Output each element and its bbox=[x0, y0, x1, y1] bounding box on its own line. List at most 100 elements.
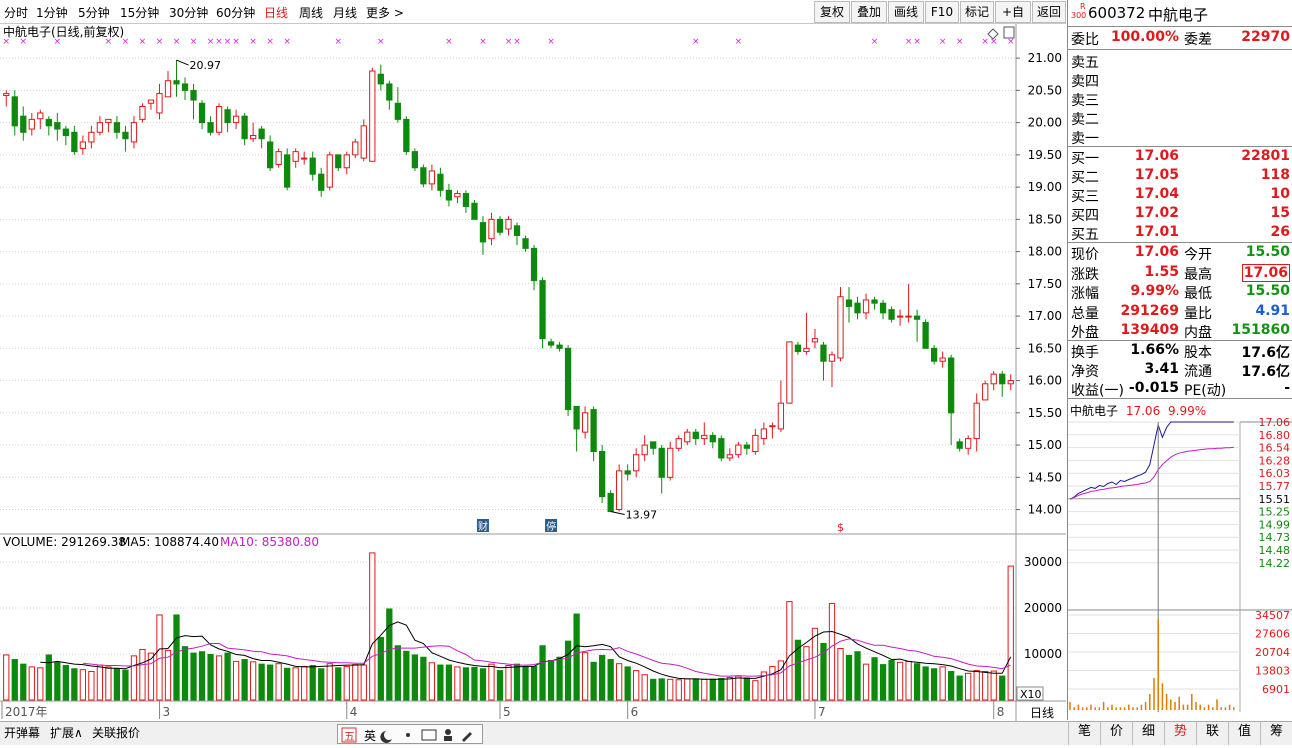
period-intraday[interactable]: 分时 bbox=[4, 4, 28, 21]
period-monthly[interactable]: 月线 bbox=[333, 4, 357, 21]
period-5min[interactable]: 5分钟 bbox=[78, 4, 110, 21]
signal-mark: × bbox=[224, 37, 232, 47]
period-30min[interactable]: 30分钟 bbox=[169, 4, 208, 21]
intraday-mini-chart[interactable]: 17.0616.8016.5416.2816.0315.7715.5115.25… bbox=[1068, 400, 1292, 720]
volume-bar bbox=[454, 666, 461, 701]
related-quotes-button[interactable]: 关联报价 bbox=[92, 724, 140, 741]
ime-toolbar[interactable]: 五 英 bbox=[337, 724, 483, 744]
volume-bar bbox=[122, 669, 129, 701]
draw-line-button[interactable]: 画线 bbox=[888, 1, 924, 23]
expand-button[interactable]: 扩展∧ bbox=[50, 724, 83, 741]
overlay-button[interactable]: 叠加 bbox=[851, 1, 887, 23]
candle-body bbox=[556, 344, 563, 349]
right-tab[interactable]: 值 bbox=[1228, 721, 1260, 745]
volume-bar bbox=[1007, 565, 1014, 701]
bid-row[interactable]: 买五 17.01 26 bbox=[1068, 224, 1292, 243]
volume-bar bbox=[369, 552, 376, 701]
price-tick-label: 19.50 bbox=[1028, 148, 1062, 162]
bid-volume: 15 bbox=[1270, 205, 1290, 221]
candle-body bbox=[837, 296, 844, 359]
candle-body bbox=[913, 315, 921, 320]
volume-bar bbox=[735, 675, 742, 701]
period-weekly[interactable]: 周线 bbox=[299, 4, 323, 21]
volume-bar bbox=[956, 675, 963, 701]
candle-body bbox=[249, 135, 257, 140]
candle-body bbox=[326, 154, 333, 188]
user-icon bbox=[445, 729, 451, 735]
candle-body bbox=[581, 412, 589, 433]
candle-body bbox=[190, 89, 197, 101]
volume-bar bbox=[275, 663, 282, 701]
period-1min[interactable]: 1分钟 bbox=[36, 4, 68, 21]
ask-label: 卖一 bbox=[1071, 131, 1099, 147]
add-watchlist-button[interactable]: +自选 bbox=[995, 1, 1031, 39]
back-button[interactable]: 返回 bbox=[1032, 1, 1066, 23]
fundamental-key: 股本 bbox=[1184, 345, 1212, 361]
volume-bar bbox=[488, 663, 495, 701]
right-tab[interactable]: 筹 bbox=[1260, 721, 1292, 745]
fundamental-value: 17.6亿 bbox=[1241, 345, 1290, 361]
right-tab[interactable]: 价 bbox=[1100, 721, 1132, 745]
ma5-label: MA5: 108874.40 bbox=[120, 535, 219, 549]
fundamental-key: 收益(一) bbox=[1071, 383, 1124, 399]
volume-bar bbox=[496, 670, 504, 701]
signal-mark: × bbox=[479, 37, 487, 47]
period-more[interactable]: 更多 > bbox=[366, 4, 404, 21]
moon-icon bbox=[380, 731, 392, 743]
adjust-button[interactable]: 复权 bbox=[814, 1, 850, 23]
signal-mark: × bbox=[990, 37, 998, 47]
mark-button[interactable]: 标记 bbox=[960, 1, 994, 23]
signal-mark: × bbox=[513, 37, 521, 47]
kline-chart[interactable]: 中航电子(日线,前复权) 21.0020.5020.0019.5019.0018… bbox=[0, 24, 1066, 721]
signal-mark: × bbox=[871, 37, 879, 47]
candle-body bbox=[692, 431, 699, 440]
price-tick-label: 16.50 bbox=[1028, 341, 1062, 355]
date-label: 8 bbox=[997, 705, 1005, 719]
volume-bar bbox=[386, 608, 393, 701]
danmu-button[interactable]: 开弹幕 bbox=[4, 724, 40, 741]
period-15min[interactable]: 15分钟 bbox=[120, 4, 159, 21]
volume-bar bbox=[113, 668, 121, 701]
bid-price: 17.05 bbox=[1134, 167, 1179, 183]
candle-body bbox=[454, 193, 461, 198]
candle-body bbox=[352, 141, 359, 156]
candle-body bbox=[905, 315, 912, 318]
volume-bar bbox=[871, 657, 878, 701]
candle-body bbox=[624, 470, 631, 475]
volume-bar bbox=[939, 666, 946, 701]
right-tab[interactable]: 联 bbox=[1196, 721, 1228, 745]
f10-button[interactable]: F10 bbox=[925, 1, 959, 23]
mini-price-tick: 16.54 bbox=[1259, 442, 1291, 455]
quote-key: 最低 bbox=[1184, 286, 1212, 302]
candle-body bbox=[650, 441, 657, 449]
fundamental-value: 17.6亿 bbox=[1241, 364, 1290, 380]
quote-row: 总量 291269 量比 4.91 bbox=[1068, 303, 1292, 322]
candle-body bbox=[505, 218, 512, 230]
volume-bar bbox=[684, 678, 691, 701]
fundamental-row: 收益(一) -0.015 PE(动) - bbox=[1068, 380, 1292, 399]
signal-mark: × bbox=[956, 37, 964, 47]
volume-bar bbox=[752, 680, 759, 701]
signal-mark: × bbox=[54, 37, 62, 47]
right-tab[interactable]: 势 bbox=[1164, 721, 1196, 745]
price-tick-label: 21.00 bbox=[1028, 51, 1062, 65]
candle-body bbox=[275, 151, 282, 166]
right-tab[interactable]: 细 bbox=[1132, 721, 1164, 745]
period-daily[interactable]: 日线 bbox=[264, 4, 288, 21]
bid-row[interactable]: 买四 17.02 15 bbox=[1068, 205, 1292, 224]
candle-body bbox=[369, 70, 376, 162]
bid-row[interactable]: 买一 17.06 22801 bbox=[1068, 148, 1292, 167]
candle-body bbox=[198, 102, 206, 124]
period-60min[interactable]: 60分钟 bbox=[216, 4, 255, 21]
bid-row[interactable]: 买三 17.04 10 bbox=[1068, 186, 1292, 205]
volume-bar bbox=[292, 667, 299, 701]
volume-bar bbox=[45, 654, 52, 701]
candle-body bbox=[318, 173, 325, 191]
volume-bar bbox=[930, 668, 938, 701]
bid-row[interactable]: 买二 17.05 118 bbox=[1068, 167, 1292, 186]
candle-body bbox=[411, 151, 419, 169]
dividend-mark: $ bbox=[837, 521, 844, 534]
candle-body bbox=[20, 115, 27, 133]
volume-bar bbox=[335, 667, 342, 701]
right-tab[interactable]: 笔 bbox=[1068, 721, 1100, 745]
